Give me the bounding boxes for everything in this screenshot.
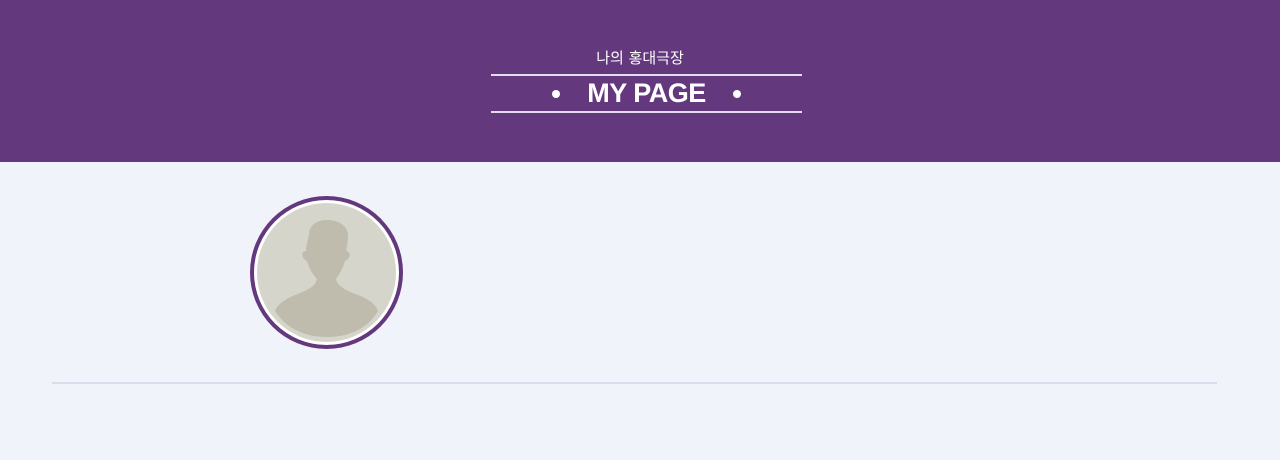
title-rule-bottom	[491, 111, 802, 113]
section-divider	[52, 382, 1217, 384]
page-title: MY PAGE	[587, 78, 706, 108]
default-user-silhouette-icon	[257, 203, 396, 342]
page-header: 나의 홍대극장 MY PAGE	[0, 0, 1280, 162]
page-subtitle: 나의 홍대극장	[596, 49, 684, 67]
avatar-border	[254, 200, 399, 345]
title-row: MY PAGE	[491, 76, 802, 111]
avatar[interactable]	[250, 196, 403, 349]
bullet-dot-icon	[733, 90, 741, 98]
